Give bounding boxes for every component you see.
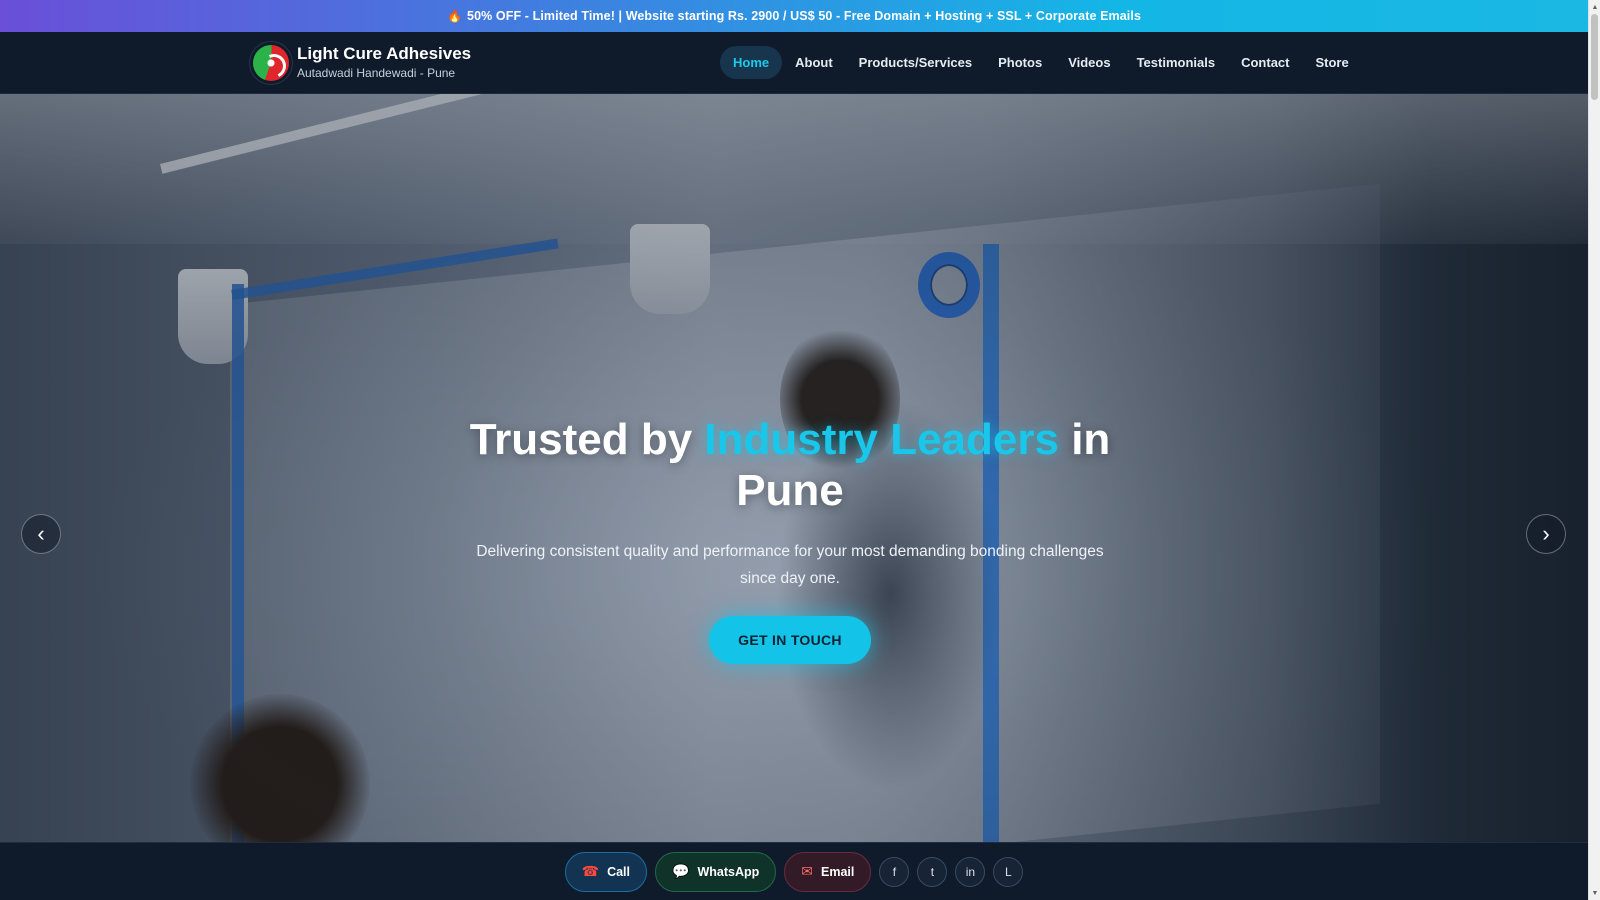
brand[interactable]: Light Cure Adhesives Autadwadi Handewadi… — [253, 44, 471, 81]
slider-next-button[interactable]: › — [1526, 514, 1566, 554]
twitter-link[interactable]: t — [917, 856, 948, 887]
nav-item-testimonials[interactable]: Testimonials — [1124, 46, 1229, 79]
brand-logo — [253, 44, 289, 81]
nav-item-contact[interactable]: Contact — [1228, 46, 1302, 79]
chevron-right-icon: › — [1542, 521, 1550, 546]
nav-item-home[interactable]: Home — [720, 46, 783, 79]
get-in-touch-button[interactable]: GET IN TOUCH — [709, 616, 871, 664]
social-link-l[interactable]: L — [993, 856, 1024, 887]
chat-icon: 💬 — [672, 863, 690, 879]
site-header: Light Cure Adhesives Autadwadi Handewadi… — [0, 32, 1588, 94]
nav-item-store[interactable]: Store — [1302, 46, 1361, 79]
slider-prev-button[interactable]: ‹ — [21, 514, 61, 554]
nav-item-photos[interactable]: Photos — [985, 46, 1055, 79]
nav-item-about[interactable]: About — [782, 46, 846, 79]
nav-item-products-services[interactable]: Products/Services — [846, 46, 985, 79]
chevron-left-icon: ‹ — [37, 521, 45, 546]
hero-content: Trusted by Industry Leaders in Pune Deli… — [460, 414, 1120, 664]
promo-text: 50% OFF - Limited Time! | Website starti… — [467, 9, 1141, 23]
scroll-up-arrow-icon[interactable]: ▲ — [1589, 0, 1600, 14]
whatsapp-button[interactable]: 💬 WhatsApp — [655, 851, 777, 892]
whatsapp-label: WhatsApp — [697, 864, 760, 879]
email-label: Email — [821, 864, 855, 879]
page-scrollbar[interactable]: ▲ ▼ — [1588, 0, 1600, 900]
scroll-down-arrow-icon[interactable]: ▼ — [1589, 886, 1600, 900]
scrollbar-thumb[interactable] — [1591, 14, 1598, 100]
phone-icon: ☎ — [581, 863, 600, 879]
call-label: Call — [607, 864, 631, 879]
hero-title-prefix: Trusted by — [469, 415, 705, 464]
hero-title: Trusted by Industry Leaders in Pune — [460, 414, 1120, 516]
hero-slider: Trusted by Industry Leaders in Pune Deli… — [0, 94, 1588, 842]
email-button[interactable]: ✉ Email — [784, 851, 872, 892]
nav-item-videos[interactable]: Videos — [1055, 46, 1123, 79]
brand-name: Light Cure Adhesives — [297, 44, 472, 63]
main-nav: Home About Products/Services Photos Vide… — [720, 46, 1362, 79]
call-button[interactable]: ☎ Call — [564, 851, 648, 892]
mail-icon: ✉ — [801, 863, 813, 879]
promo-banner: 🔥 50% OFF - Limited Time! | Website star… — [0, 0, 1588, 32]
fire-icon: 🔥 — [446, 9, 463, 23]
floating-action-bar: ☎ Call 💬 WhatsApp ✉ Email f t in L — [0, 842, 1588, 900]
facebook-link[interactable]: f — [879, 856, 910, 887]
linkedin-link[interactable]: in — [955, 856, 986, 887]
brand-location: Autadwadi Handewadi - Pune — [297, 66, 456, 80]
hero-title-accent: Industry Leaders — [704, 415, 1059, 464]
hero-subtitle: Delivering consistent quality and perfor… — [476, 543, 1104, 587]
